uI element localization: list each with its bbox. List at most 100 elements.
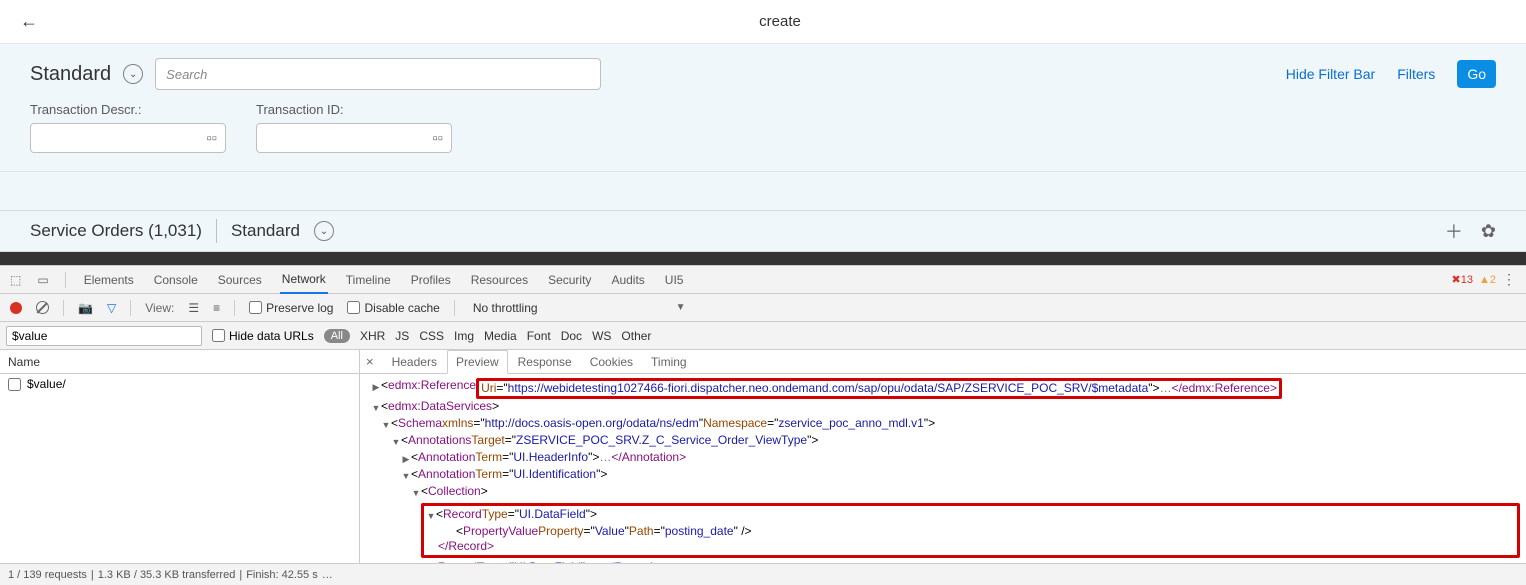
transaction-descr-input[interactable]: ▫▫ <box>30 123 226 153</box>
back-arrow-icon[interactable]: ← <box>12 7 46 36</box>
xml-node[interactable]: </Record> <box>426 539 1515 554</box>
disable-cache-checkbox[interactable]: Disable cache <box>347 301 439 315</box>
xml-node[interactable]: ▶<Annotation Term="UI.HeaderInfo">…</Ann… <box>366 450 1520 467</box>
xml-node[interactable]: ▶<edmx:Reference Uri="https://webidetest… <box>366 378 1520 399</box>
go-button[interactable]: Go <box>1457 60 1496 88</box>
value-help-icon[interactable]: ▫▫ <box>432 130 443 147</box>
collapse-icon[interactable]: ▼ <box>371 401 381 416</box>
filter-css[interactable]: CSS <box>419 329 444 343</box>
spacer <box>0 172 1526 210</box>
separator <box>234 300 235 316</box>
hide-data-urls-input[interactable] <box>212 329 225 342</box>
separator <box>130 300 131 316</box>
tab-sources[interactable]: Sources <box>216 267 264 293</box>
add-icon[interactable]: ＋ <box>1445 218 1463 244</box>
chevron-down-icon[interactable]: ▼ <box>676 302 686 313</box>
warning-badge[interactable]: ▲2 <box>1479 274 1496 286</box>
hide-data-urls-checkbox[interactable]: Hide data URLs <box>212 329 314 343</box>
status-transferred: 1.3 KB / 35.3 KB transferred <box>98 569 236 581</box>
tab-ui5[interactable]: UI5 <box>663 267 686 293</box>
tab-preview[interactable]: Preview <box>447 350 508 374</box>
filter-other[interactable]: Other <box>621 329 651 343</box>
request-list: $value/ <box>0 374 359 563</box>
xml-node[interactable]: ▼<Collection> <box>366 484 1520 501</box>
filters-link[interactable]: Filters <box>1397 66 1435 82</box>
collapse-icon[interactable]: ▼ <box>426 509 436 524</box>
filter-ws[interactable]: WS <box>592 329 611 343</box>
tab-security[interactable]: Security <box>546 267 593 293</box>
transaction-id-input[interactable]: ▫▫ <box>256 123 452 153</box>
filter-media[interactable]: Media <box>484 329 517 343</box>
expand-icon[interactable]: ▶ <box>421 562 431 563</box>
tab-resources[interactable]: Resources <box>469 267 530 293</box>
menu-icon[interactable]: ⋮ <box>1502 271 1516 288</box>
request-header[interactable]: Name <box>0 350 359 374</box>
value-help-icon[interactable]: ▫▫ <box>206 130 217 147</box>
small-rows-icon[interactable]: ≡ <box>213 301 220 315</box>
throttling-select[interactable]: No throttling <box>469 299 542 317</box>
preserve-log-input[interactable] <box>249 301 262 314</box>
large-rows-icon[interactable]: ☰ <box>188 301 199 315</box>
collapse-icon[interactable]: ▼ <box>381 418 391 433</box>
close-icon[interactable]: × <box>366 354 374 369</box>
field-label: Transaction ID: <box>256 102 452 117</box>
filter-xhr[interactable]: XHR <box>360 329 385 343</box>
collapse-icon[interactable]: ▼ <box>411 486 421 501</box>
xml-node[interactable]: <PropertyValue Property="Value" Path="po… <box>426 524 1515 539</box>
xml-node[interactable]: ▼<edmx:DataServices> <box>366 399 1520 416</box>
tab-timing[interactable]: Timing <box>643 351 695 373</box>
xml-node[interactable]: ▼<Annotations Target="ZSERVICE_POC_SRV.Z… <box>366 433 1520 450</box>
expand-icon[interactable]: ▶ <box>401 452 411 467</box>
tab-headers[interactable]: Headers <box>384 351 445 373</box>
inspect-icon[interactable]: ⬚ <box>10 273 21 287</box>
collapse-icon[interactable]: ▼ <box>391 435 401 450</box>
collapse-icon[interactable]: ▼ <box>401 469 411 484</box>
clear-icon[interactable] <box>36 301 49 314</box>
filter-icon[interactable]: ▽ <box>107 301 116 315</box>
filter-input[interactable] <box>6 326 202 346</box>
gear-icon[interactable]: ✿ <box>1481 221 1496 242</box>
search-input[interactable]: Search <box>155 58 601 90</box>
chevron-down-icon[interactable]: ⌄ <box>314 221 334 241</box>
xml-node[interactable]: ▼<Schema xmlns="http://docs.oasis-open.o… <box>366 416 1520 433</box>
status-requests: 1 / 139 requests <box>8 569 87 581</box>
device-icon[interactable]: ▭ <box>37 273 48 287</box>
request-item[interactable]: $value/ <box>0 374 359 394</box>
table-title: Service Orders (1,031) <box>30 221 202 241</box>
expand-icon[interactable]: ▶ <box>371 380 381 395</box>
tab-timeline[interactable]: Timeline <box>344 267 393 293</box>
filter-all[interactable]: All <box>324 329 350 343</box>
page-title: create <box>46 13 1514 30</box>
table-header: Service Orders (1,031) Standard ⌄ ＋ ✿ <box>0 210 1526 252</box>
chevron-down-icon[interactable]: ⌄ <box>123 64 143 84</box>
xml-node[interactable]: ▼<Annotation Term="UI.Identification"> <box>366 467 1520 484</box>
request-checkbox[interactable] <box>8 378 21 391</box>
preserve-log-checkbox[interactable]: Preserve log <box>249 301 333 315</box>
error-badge[interactable]: ✖13 <box>1452 273 1473 286</box>
separator <box>63 300 64 316</box>
app-header: ← create <box>0 0 1526 44</box>
xml-node[interactable]: ▶<Record Type="UI.DataField">…</Record> <box>366 560 1520 563</box>
field-label: Transaction Descr.: <box>30 102 226 117</box>
filter-font[interactable]: Font <box>527 329 551 343</box>
filter-js[interactable]: JS <box>395 329 409 343</box>
tab-response[interactable]: Response <box>510 351 580 373</box>
disable-cache-input[interactable] <box>347 301 360 314</box>
filter-row: Standard ⌄ Search Hide Filter Bar Filter… <box>30 58 1496 90</box>
tab-profiles[interactable]: Profiles <box>409 267 453 293</box>
tab-console[interactable]: Console <box>152 267 200 293</box>
hide-filter-bar-link[interactable]: Hide Filter Bar <box>1286 66 1375 82</box>
tab-network[interactable]: Network <box>280 266 328 294</box>
tab-elements[interactable]: Elements <box>82 267 136 293</box>
devtools-body: Name $value/ × Headers Preview Response … <box>0 350 1526 563</box>
filter-doc[interactable]: Doc <box>561 329 582 343</box>
network-toolbar: 📷 ▽ View: ☰ ≡ Preserve log Disable cache… <box>0 294 1526 322</box>
tab-audits[interactable]: Audits <box>609 267 646 293</box>
camera-icon[interactable]: 📷 <box>78 301 93 315</box>
xml-node[interactable]: ▼<Record Type="UI.DataField"> <box>426 507 1515 524</box>
tab-cookies[interactable]: Cookies <box>582 351 641 373</box>
view-label: View: <box>145 301 174 315</box>
variant-label: Standard <box>30 63 111 86</box>
filter-img[interactable]: Img <box>454 329 474 343</box>
record-icon[interactable] <box>10 302 22 314</box>
